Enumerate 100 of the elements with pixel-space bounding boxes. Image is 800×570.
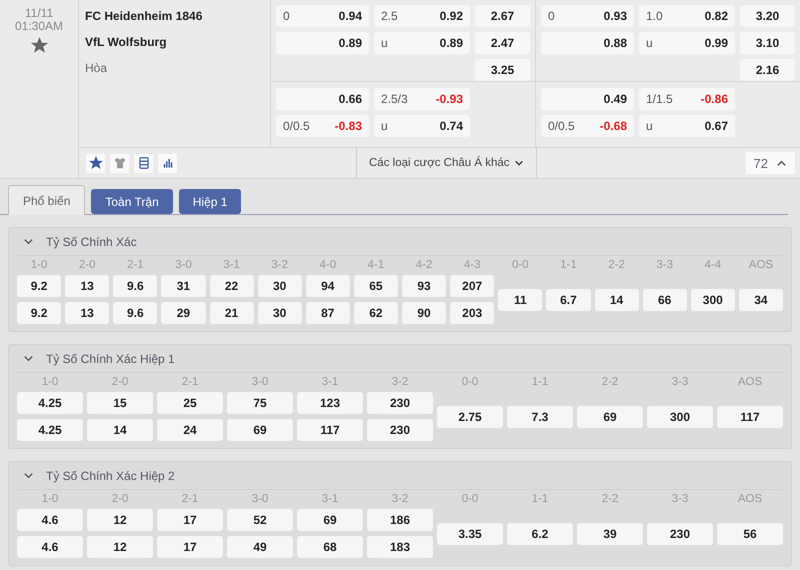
score-odds[interactable]: 4.25: [17, 392, 83, 414]
score-odds[interactable]: 4.25: [17, 419, 83, 441]
score-odds[interactable]: 4.6: [17, 536, 83, 558]
score-odds[interactable]: 12: [87, 509, 153, 531]
score-odds[interactable]: 7.3: [507, 406, 573, 428]
score-odds[interactable]: 29: [161, 302, 206, 324]
score-odds[interactable]: 31: [161, 275, 206, 297]
score-odds[interactable]: 12: [87, 536, 153, 558]
score-odds[interactable]: 24: [157, 419, 223, 441]
score-odds[interactable]: 69: [227, 419, 293, 441]
score-odds[interactable]: 300: [647, 406, 713, 428]
score-odds[interactable]: 65: [354, 275, 398, 297]
score-odds[interactable]: 9.6: [113, 302, 158, 324]
handicap-odds[interactable]: 0 0.93: [541, 5, 634, 27]
score-odds[interactable]: 30: [258, 275, 302, 297]
shirt-icon[interactable]: [110, 154, 129, 172]
score-odds[interactable]: 9.6: [113, 275, 158, 297]
score-odds[interactable]: 15: [87, 392, 153, 414]
score-odds[interactable]: 9.2: [17, 302, 62, 324]
score-odds[interactable]: 13: [65, 275, 110, 297]
favorite-button[interactable]: [86, 154, 105, 172]
score-odds[interactable]: 17: [157, 536, 223, 558]
score-odds[interactable]: 94: [306, 275, 350, 297]
score-odds[interactable]: 203: [450, 302, 494, 324]
tab[interactable]: Hiệp 1: [178, 189, 242, 214]
score-odds[interactable]: 117: [717, 406, 783, 428]
chevron-icon[interactable]: [23, 470, 34, 481]
handicap-odds[interactable]: 0.89: [276, 32, 369, 54]
score-odds[interactable]: 69: [577, 406, 643, 428]
score-odds[interactable]: 14: [87, 419, 153, 441]
score-odds[interactable]: 22: [210, 275, 254, 297]
score-label: 3-2: [390, 492, 410, 507]
score-odds[interactable]: 52: [227, 509, 293, 531]
chevron-icon[interactable]: [23, 353, 34, 364]
total-odds[interactable]: 1.0 0.82: [639, 5, 735, 27]
score-label: 4-0: [318, 258, 338, 273]
tab[interactable]: Phổ biến: [8, 185, 86, 215]
score-odds[interactable]: 21: [210, 302, 254, 324]
more-markets-link[interactable]: Các loại cược Châu Á khác: [356, 148, 537, 178]
handicap-odds[interactable]: 0.88: [541, 32, 634, 54]
star-icon[interactable]: [30, 37, 48, 54]
score-odds[interactable]: 75: [227, 392, 293, 414]
score-odds[interactable]: 17: [157, 509, 223, 531]
handicap-odds[interactable]: 0.49: [541, 88, 634, 110]
market-count-button[interactable]: 72: [746, 152, 795, 174]
score-odds[interactable]: 230: [367, 392, 433, 414]
score-odds[interactable]: 4.6: [17, 509, 83, 531]
list-icon[interactable]: [134, 154, 153, 172]
home-team: FC Heidenheim 1846: [85, 8, 204, 24]
score-odds[interactable]: 3.35: [437, 522, 503, 544]
result-odds[interactable]: 2.47: [475, 32, 530, 54]
total-odds[interactable]: 2.5/3 -0.93: [374, 88, 470, 110]
score-odds[interactable]: 13: [65, 302, 110, 324]
handicap-odds[interactable]: 0 0.94: [276, 5, 369, 27]
score-label: 1-0: [30, 258, 48, 273]
score-odds[interactable]: 6.2: [507, 522, 573, 544]
score-odds[interactable]: 87: [306, 302, 350, 324]
result-odds[interactable]: 3.25: [475, 59, 530, 81]
score-odds[interactable]: 90: [402, 302, 446, 324]
score-odds[interactable]: 66: [642, 288, 687, 310]
total-odds[interactable]: 2.5 0.92: [374, 5, 470, 27]
score-odds[interactable]: 2.75: [437, 406, 503, 428]
result-odds[interactable]: 3.10: [740, 32, 795, 54]
total-odds[interactable]: 1/1.5 -0.86: [639, 88, 735, 110]
score-odds[interactable]: 68: [297, 536, 363, 558]
total-odds[interactable]: u 0.89: [374, 32, 470, 54]
score-odds[interactable]: 14: [594, 288, 639, 310]
score-odds[interactable]: 6.7: [546, 288, 590, 310]
score-label: 0-0: [460, 492, 480, 507]
total-odds[interactable]: u 0.74: [374, 115, 470, 137]
score-odds[interactable]: 186: [367, 509, 433, 531]
score-odds[interactable]: 25: [157, 392, 223, 414]
score-odds[interactable]: 230: [647, 522, 713, 544]
score-odds[interactable]: 56: [717, 522, 783, 544]
handicap-odds[interactable]: 0/0.5 -0.68: [541, 115, 634, 137]
handicap-odds[interactable]: 0/0.5 -0.83: [276, 115, 369, 137]
score-odds[interactable]: 9.2: [17, 275, 62, 297]
score-odds[interactable]: 300: [690, 288, 735, 310]
bar-chart-icon[interactable]: [158, 154, 177, 172]
score-odds[interactable]: 30: [258, 302, 302, 324]
score-odds[interactable]: 34: [738, 288, 783, 310]
total-odds[interactable]: u 0.67: [639, 115, 735, 137]
score-odds[interactable]: 69: [297, 509, 363, 531]
score-odds[interactable]: 183: [367, 536, 433, 558]
score-odds[interactable]: 117: [297, 419, 363, 441]
score-odds[interactable]: 230: [367, 419, 433, 441]
chevron-icon[interactable]: [23, 236, 34, 247]
score-odds[interactable]: 207: [450, 275, 494, 297]
score-odds[interactable]: 39: [577, 522, 643, 544]
score-odds[interactable]: 123: [297, 392, 363, 414]
total-odds[interactable]: u 0.99: [639, 32, 735, 54]
score-odds[interactable]: 49: [227, 536, 293, 558]
score-odds[interactable]: 62: [354, 302, 398, 324]
result-odds[interactable]: 2.16: [740, 59, 795, 81]
handicap-odds[interactable]: 0.66: [276, 88, 369, 110]
result-odds[interactable]: 2.67: [475, 5, 530, 27]
score-odds[interactable]: 93: [402, 275, 446, 297]
result-odds[interactable]: 3.20: [740, 5, 795, 27]
tab[interactable]: Toàn Trận: [91, 189, 173, 214]
score-odds[interactable]: 11: [498, 288, 542, 310]
